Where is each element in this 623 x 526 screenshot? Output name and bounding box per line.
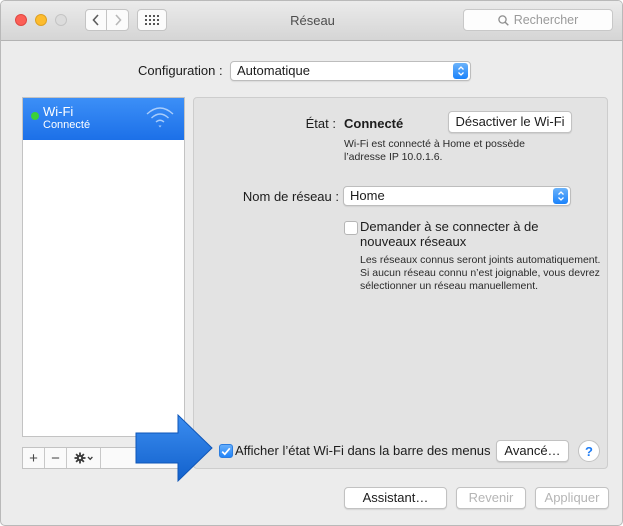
show-all-button[interactable]: [137, 9, 167, 31]
remove-service-button[interactable]: −: [45, 448, 67, 468]
search-field[interactable]: Rechercher: [463, 9, 613, 31]
assistant-button[interactable]: Assistant…: [344, 487, 447, 509]
ask-description-line-2: Si aucun réseau connu n’est joignable, v…: [360, 267, 600, 279]
service-item-wifi[interactable]: Wi-Fi Connecté: [23, 98, 184, 140]
advanced-button[interactable]: Avancé…: [496, 440, 569, 462]
callout-arrow-icon: [135, 413, 213, 483]
service-list: Wi-Fi Connecté: [22, 97, 185, 437]
network-name-value: Home: [350, 188, 385, 203]
forward-button[interactable]: [107, 9, 129, 31]
network-name-popup[interactable]: Home: [343, 186, 571, 206]
back-button[interactable]: [85, 9, 107, 31]
ask-description-line-1: Les réseaux connus seront joints automat…: [360, 254, 601, 266]
network-name-label: Nom de réseau :: [242, 189, 339, 204]
close-window-button[interactable]: [15, 14, 27, 26]
chevron-right-icon: [114, 14, 122, 26]
ask-to-join-label-line-1: Demander à se connecter à de: [360, 219, 539, 234]
status-dot-icon: [31, 112, 39, 120]
search-placeholder: Rechercher: [513, 13, 579, 27]
navigation-buttons: [85, 9, 129, 31]
ask-to-join-label: Demander à se connecter à de nouveaux ré…: [360, 219, 539, 249]
ask-to-join-label-line-2: nouveaux réseaux: [360, 234, 467, 249]
grid-icon: [145, 15, 159, 25]
service-status: Connecté: [43, 119, 91, 131]
action-menu-button[interactable]: [67, 448, 101, 468]
wifi-icon: [146, 107, 174, 128]
detail-panel: État : Connecté Désactiver le Wi-Fi Wi-F…: [193, 97, 608, 469]
show-wifi-status-label: Afficher l’état Wi-Fi dans la barre des …: [235, 443, 491, 458]
service-name: Wi-Fi: [43, 104, 74, 119]
apply-button[interactable]: Appliquer: [535, 487, 609, 509]
state-description-line-2: l’adresse IP 10.0.1.6.: [344, 151, 443, 163]
checkmark-icon: [221, 447, 231, 455]
ask-to-join-checkbox[interactable]: [344, 221, 358, 235]
popup-stepper-icon: [553, 188, 568, 204]
state-description-line-1: Wi-Fi est connecté à Home et possède: [344, 138, 525, 150]
zoom-window-button[interactable]: [55, 14, 67, 26]
configuration-value: Automatique: [237, 63, 310, 78]
configuration-label: Configuration :: [138, 63, 223, 78]
search-icon: [497, 14, 509, 26]
gear-icon: [74, 452, 93, 464]
state-value: Connecté: [344, 116, 404, 131]
network-preferences-window: Réseau Rechercher Configuration : Automa…: [0, 0, 623, 526]
state-label: État :: [305, 116, 336, 131]
chevron-left-icon: [92, 14, 99, 26]
minimize-window-button[interactable]: [35, 14, 47, 26]
show-wifi-status-checkbox[interactable]: [219, 444, 233, 458]
help-button[interactable]: ?: [578, 440, 600, 462]
title-bar: Réseau Rechercher: [1, 1, 622, 41]
toggle-wifi-button[interactable]: Désactiver le Wi-Fi: [448, 111, 572, 133]
ask-description-line-3: sélectionner un réseau manuellement.: [360, 280, 539, 292]
configuration-popup[interactable]: Automatique: [230, 61, 471, 81]
popup-stepper-icon: [453, 63, 468, 79]
add-service-button[interactable]: +: [23, 448, 45, 468]
revert-button[interactable]: Revenir: [456, 487, 526, 509]
